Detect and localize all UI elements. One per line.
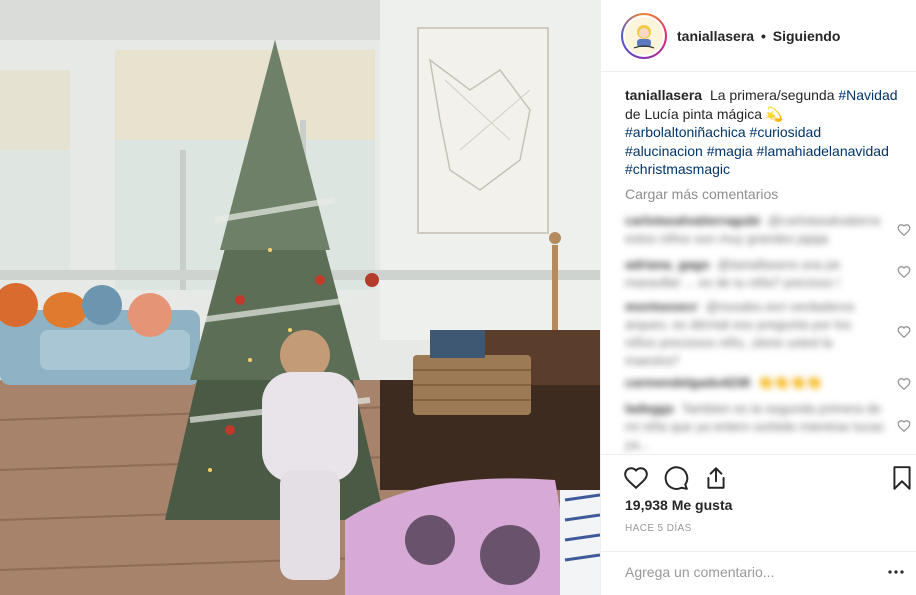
comment-username[interactable]: adriana_gago — [625, 257, 710, 272]
post-photo[interactable] — [0, 0, 600, 595]
post-caption: taniallasera La primera/segunda #Navidad… — [625, 86, 909, 179]
heart-icon[interactable] — [623, 465, 649, 491]
post-actions: 19,938 Me gusta HACE 5 DÍAS — [601, 454, 916, 584]
comment-item: ladeggs Tambien es la segunda primera de… — [625, 400, 885, 454]
post-header: taniallasera • Siguiendo — [601, 0, 916, 72]
comment-item: montsesecr @nosabo.esri verdaderos arque… — [625, 298, 885, 370]
speech-bubble-icon[interactable] — [663, 465, 689, 491]
comment-like-heart-icon[interactable] — [897, 223, 911, 237]
hashtag-link[interactable]: #lamahiadelanavidad — [757, 143, 889, 159]
post-sidebar: taniallasera • Siguiendo taniallasera La… — [600, 0, 916, 595]
comment-input[interactable] — [625, 564, 875, 580]
comment-like-heart-icon[interactable] — [897, 377, 911, 391]
likes-label: Me gusta — [671, 497, 733, 513]
comment-username[interactable]: ladeggs — [625, 401, 674, 416]
caption-text: La primera/segunda — [709, 87, 835, 103]
header-separator: • — [760, 27, 766, 44]
ellipsis-icon[interactable] — [887, 565, 905, 579]
comment-like-heart-icon[interactable] — [897, 419, 911, 433]
hashtag-link[interactable]: #arbolaltoniñachica — [625, 124, 746, 140]
share-icon[interactable] — [703, 465, 729, 491]
comment-form — [601, 551, 916, 591]
comment-item: carmendelgado4238 👏👏👏👏 — [625, 374, 885, 392]
likes-number: 19,938 — [625, 497, 668, 513]
following-button[interactable]: Siguiendo — [773, 28, 841, 44]
load-more-comments-button[interactable]: Cargar más comentarios — [625, 186, 778, 202]
caption-text-2: de Lucía pinta mágica — [625, 105, 762, 122]
avatar[interactable] — [621, 12, 667, 59]
bookmark-icon[interactable] — [889, 465, 915, 491]
comment-like-heart-icon[interactable] — [897, 325, 911, 339]
comment-like-heart-icon[interactable] — [897, 265, 911, 279]
hashtag-link[interactable]: #Navidad — [838, 87, 897, 103]
comment-text: 👏👏👏👏 — [757, 375, 823, 390]
comment-username[interactable]: carlotasalvatierragubi — [625, 213, 760, 228]
header-username[interactable]: taniallasera — [677, 28, 754, 44]
comment-item: carlotasalvatierragubi @carlotasalvatier… — [625, 212, 885, 248]
avatar-image — [625, 16, 663, 55]
comment-username[interactable]: montsesecr — [625, 299, 698, 314]
post-timestamp[interactable]: HACE 5 DÍAS — [625, 523, 692, 534]
comment-item: adriana_gago @taniallasera una pe maravi… — [625, 256, 885, 292]
hashtag-link[interactable]: #christmasmagic — [625, 161, 730, 177]
christmas-tree-photo — [0, 0, 600, 595]
comment-username[interactable]: carmendelgado4238 — [625, 375, 750, 390]
hashtag-link[interactable]: #magia — [707, 143, 753, 159]
hashtag-link[interactable]: #curiosidad — [750, 124, 822, 140]
caption-username[interactable]: taniallasera — [625, 87, 702, 103]
sparkle-emoji: 💫 — [765, 105, 784, 122]
likes-count[interactable]: 19,938 Me gusta — [625, 497, 732, 513]
hashtag-link[interactable]: #alucinacion — [625, 143, 703, 159]
